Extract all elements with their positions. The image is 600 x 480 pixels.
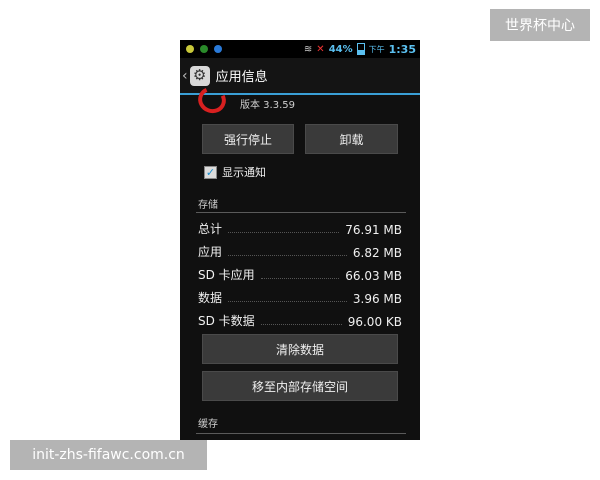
storage-row-value: 66.03 MB	[345, 269, 402, 283]
app-header: 版本 3.3.59	[180, 82, 420, 118]
watermark-bottom: init-zhs-fifawc.com.cn	[10, 440, 207, 470]
row-divider	[260, 324, 342, 325]
show-notifications-checkbox[interactable]: ✓	[204, 165, 217, 179]
storage-row-app: 应用 6.82 MB	[198, 240, 402, 260]
android-icon	[200, 45, 208, 53]
app-version: 版本 3.3.59	[240, 100, 295, 111]
row-divider	[260, 278, 340, 279]
notification-icon	[186, 45, 194, 53]
clock: 1:35	[388, 42, 416, 56]
wifi-icon: ≋	[303, 43, 313, 55]
storage-row-label: 数据	[198, 291, 223, 305]
cache-divider	[196, 433, 406, 434]
storage-row-data: 数据 3.96 MB	[198, 286, 402, 306]
ampm-label: 下午	[368, 44, 385, 54]
move-to-internal-button[interactable]: 移至内部存储空间	[202, 371, 398, 401]
row-divider	[228, 301, 347, 302]
storage-row-label: 总计	[198, 222, 223, 236]
cache-section-title: 缓存	[198, 419, 218, 430]
storage-row-label: 应用	[198, 245, 223, 259]
settings-gear-icon[interactable]: ⚙	[189, 65, 210, 86]
status-bar: ≋ ✕ 44% 下午 1:35	[180, 40, 420, 58]
show-notifications-label: 显示通知	[222, 166, 266, 179]
watermark-top: 世界杯中心	[490, 9, 590, 41]
storage-row-value: 6.82 MB	[352, 246, 402, 260]
app-notification-icon	[214, 45, 222, 53]
storage-row-label: SD 卡数据	[198, 314, 255, 328]
show-notifications-row[interactable]: ✓ 显示通知	[204, 164, 266, 180]
storage-row-value: 76.91 MB	[345, 223, 402, 237]
back-chevron-icon[interactable]: ‹	[182, 68, 188, 84]
status-right: ≋ ✕ 44% 下午 1:35	[304, 40, 416, 58]
force-stop-button[interactable]: 强行停止	[202, 124, 294, 154]
storage-row-value: 96.00 KB	[347, 315, 402, 329]
page-title: 应用信息	[215, 70, 268, 85]
storage-row-value: 3.96 MB	[352, 292, 402, 306]
battery-icon	[356, 43, 365, 55]
clear-data-button[interactable]: 清除数据	[202, 334, 398, 364]
battery-percent: 44%	[328, 43, 353, 55]
storage-row-total: 总计 76.91 MB	[198, 217, 402, 237]
uninstall-button[interactable]: 卸载	[305, 124, 398, 154]
row-divider	[228, 232, 340, 233]
storage-row-sd-app: SD 卡应用 66.03 MB	[198, 263, 402, 283]
storage-row-label: SD 卡应用	[198, 268, 255, 282]
storage-divider	[196, 212, 406, 213]
phone-screen: ≋ ✕ 44% 下午 1:35 ‹ ⚙ 应用信息 版本 3.3.59 强行停止 …	[180, 40, 420, 440]
storage-section-title: 存储	[198, 200, 218, 211]
row-divider	[228, 255, 347, 256]
no-signal-icon: ✕	[316, 43, 325, 55]
storage-row-sd-data: SD 卡数据 96.00 KB	[198, 309, 402, 329]
